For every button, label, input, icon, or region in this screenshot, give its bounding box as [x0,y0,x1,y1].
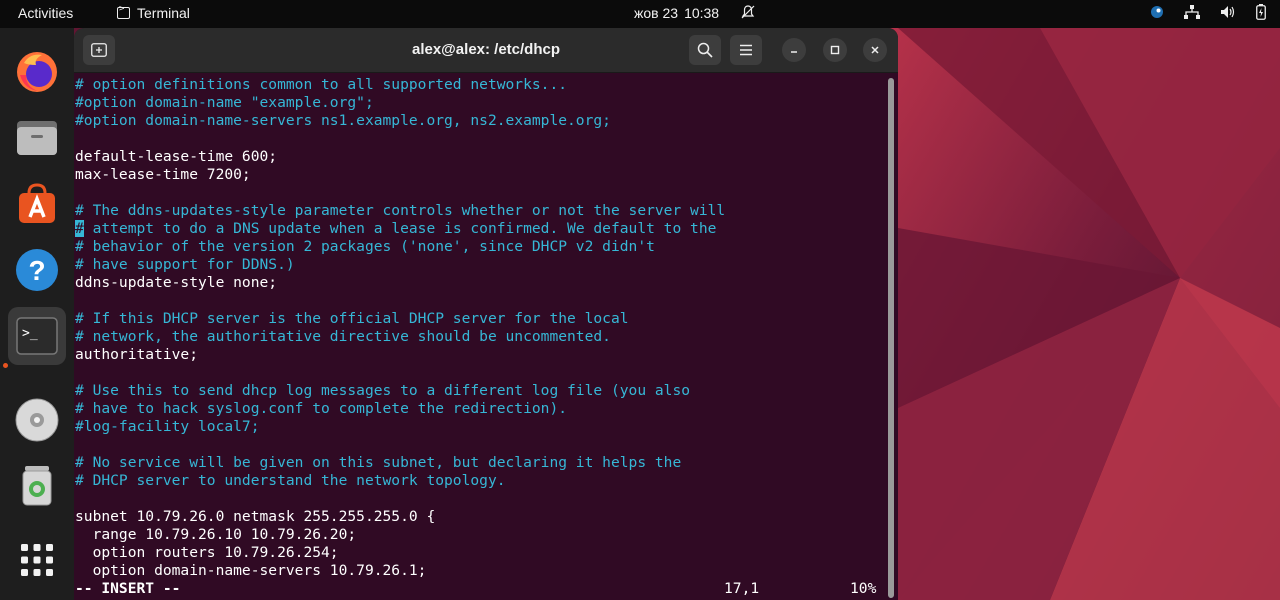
minimize-icon [791,51,797,53]
app-menu[interactable]: Terminal [117,4,190,21]
hamburger-icon [740,44,752,56]
terminal-line: # DHCP server to understand the network … [75,472,506,489]
vim-mode: -- INSERT -- [75,580,181,597]
terminal-window: alex@alex: /etc/dhcp # option definition… [74,28,898,600]
app-grid-icon [21,544,53,576]
terminal-line: #option domain-name-servers ns1.example.… [75,112,611,129]
vim-status-line: -- INSERT -- 17,1 10% [75,580,885,598]
svg-text:>_: >_ [22,326,38,341]
terminal-line: # attempt to do a DNS update when a leas… [75,220,717,237]
terminal-line: #log-facility local7; [75,418,260,435]
terminal-line: # If this DHCP server is the official DH… [75,310,629,327]
dock-item-app-center[interactable] [8,175,66,233]
close-button[interactable] [863,38,887,62]
terminal-line: option routers 10.79.26.254; [75,544,339,561]
terminal-line: range 10.79.26.10 10.79.26.20; [75,526,357,543]
terminal-line: max-lease-time 7200; [75,166,251,183]
dock-item-files[interactable] [8,109,66,167]
network-icon[interactable] [1184,5,1200,22]
dock: ? >_ [0,28,74,600]
terminal-line: subnet 10.79.26.0 netmask 255.255.255.0 … [75,508,436,525]
maximize-button[interactable] [823,38,847,62]
terminal-line: authoritative; [75,346,199,363]
dock-item-dvd-drive[interactable] [8,391,66,449]
text-cursor: # [75,220,84,237]
maximize-icon [830,45,840,55]
minimize-button[interactable] [782,38,806,62]
trash-icon [22,466,52,506]
volume-icon[interactable] [1220,5,1236,22]
terminal-line: # network, the authoritative directive s… [75,328,611,345]
firefox-icon [17,52,57,92]
show-apps-button[interactable] [8,531,66,589]
notifications-muted-icon[interactable] [741,5,755,22]
battery-icon[interactable] [1256,4,1266,23]
terminal-scrollbar[interactable] [888,78,894,598]
cursor-position: 17,1 [724,580,760,597]
terminal-line: # The ddns-updates-style parameter contr… [75,202,726,219]
window-title: alex@alex: /etc/dhcp [411,41,561,58]
clock-date: жов 23 [634,5,679,21]
system-tray[interactable] [1150,4,1266,23]
terminal-line: default-lease-time 600; [75,148,278,165]
search-icon [697,42,713,58]
svg-text:?: ? [28,255,45,286]
dock-item-firefox[interactable] [8,43,66,101]
clock[interactable]: жов 23 10:38 [634,5,719,21]
terminal-line: # No service will be given on this subne… [75,454,682,471]
dock-item-terminal[interactable]: >_ [8,307,66,365]
terminal-line: # option definitions common to all suppo… [75,76,568,93]
terminal-line: # have support for DDNS.) [75,256,295,273]
running-indicator [3,363,8,368]
menu-button[interactable] [730,35,762,65]
dock-item-help[interactable]: ? [8,241,66,299]
terminal-line: ddns-update-style none; [75,274,278,291]
app-name: Terminal [137,5,190,21]
activities-button[interactable]: Activities [18,5,73,21]
search-button[interactable] [689,35,721,65]
files-icon [17,121,57,155]
close-icon [871,46,879,54]
top-panel: Activities Terminal жов 23 10:38 [0,0,1280,28]
dvd-icon [15,398,59,442]
terminal-line: # have to hack syslog.conf to complete t… [75,400,568,417]
help-icon: ? [16,249,58,291]
terminal-line: # Use this to send dhcp log messages to … [75,382,691,399]
terminal-line: option domain-name-servers 10.79.26.1; [75,562,427,579]
scroll-percent: 10% [850,580,877,597]
dock-item-trash[interactable] [8,456,66,514]
scrollbar-thumb[interactable] [888,78,894,598]
terminal-icon [117,4,130,19]
clock-time: 10:38 [684,5,720,21]
terminal-app-icon: >_ [16,317,58,355]
terminal-line: #option domain-name "example.org"; [75,94,374,111]
window-headerbar[interactable]: alex@alex: /etc/dhcp [74,28,898,73]
steam-icon[interactable] [1150,5,1164,22]
terminal-output[interactable]: # option definitions common to all suppo… [75,76,885,600]
app-center-icon [19,183,55,223]
terminal-line: # behavior of the version 2 packages ('n… [75,238,655,255]
